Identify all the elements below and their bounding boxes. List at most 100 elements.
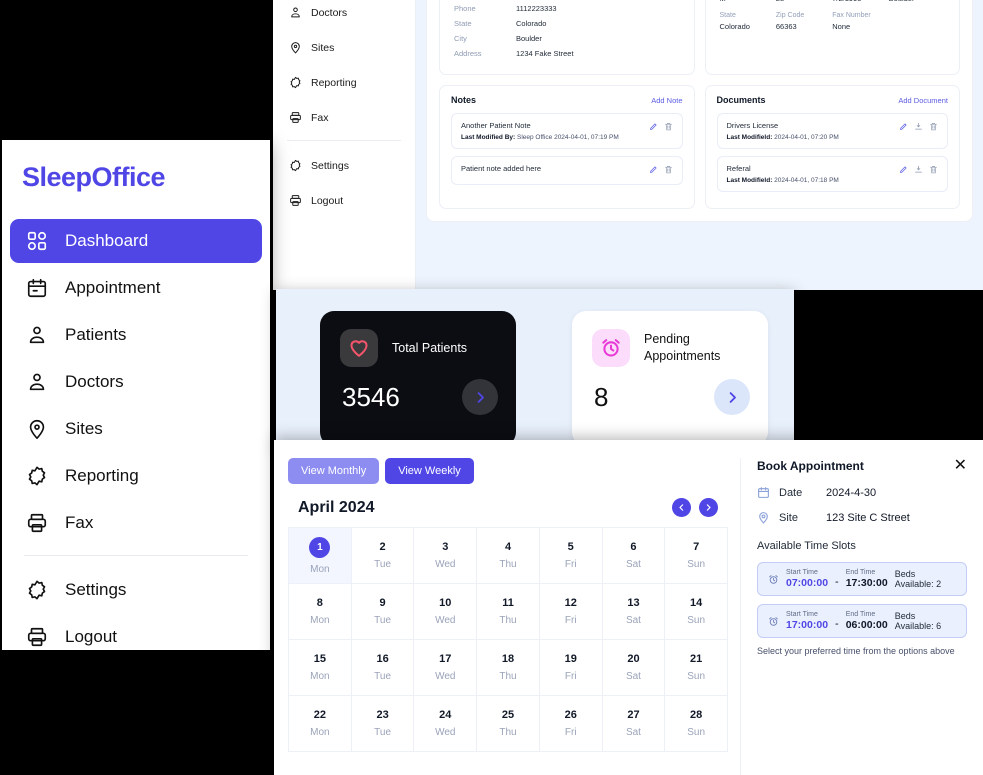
chevron-right-icon[interactable] bbox=[462, 379, 498, 415]
overview-field: CityBoulder bbox=[889, 0, 945, 3]
calendar-day-cell[interactable]: 18 Thu bbox=[477, 640, 540, 695]
sidebar-item-settings[interactable]: Settings bbox=[281, 153, 407, 178]
calendar-day-cell[interactable]: 3 Wed bbox=[414, 528, 478, 583]
sidebar-item-label: Patients bbox=[65, 325, 127, 344]
calendar-day-cell[interactable]: 9 Tue bbox=[352, 584, 415, 639]
list-item[interactable]: Patient note added here bbox=[451, 156, 683, 185]
day-number: 28 bbox=[690, 709, 703, 721]
calendar-day-cell[interactable]: 5 Fri bbox=[540, 528, 603, 583]
calendar-day-cell[interactable]: 4 Thu bbox=[477, 528, 540, 583]
calendar-day-cell[interactable]: 20 Sat bbox=[603, 640, 666, 695]
sidebar-item-doctors[interactable]: Doctors bbox=[281, 0, 407, 25]
calendar-day-cell[interactable]: 19 Fri bbox=[540, 640, 603, 695]
patient-lists-row: Notes Add Note Another Patient Note Last … bbox=[427, 85, 972, 221]
sidebar-item-sites[interactable]: Sites bbox=[281, 35, 407, 60]
calendar-day-cell[interactable]: 21 Sun bbox=[665, 640, 727, 695]
day-number: 3 bbox=[442, 541, 449, 553]
time-slot[interactable]: Start Time 17:00:00- End Time 06:00:00 Beds … bbox=[757, 604, 967, 638]
calendar-day-cell[interactable]: 16 Tue bbox=[352, 640, 415, 695]
calendar-day-cell[interactable]: 8 Mon bbox=[289, 584, 352, 639]
chevron-right-icon[interactable] bbox=[699, 498, 718, 517]
day-weekday: Sat bbox=[625, 727, 641, 738]
sidebar-item-appointment[interactable]: Appointment bbox=[10, 266, 262, 310]
calendar-day-cell[interactable]: 27 Sat bbox=[603, 696, 666, 751]
calendar-day-cell[interactable]: 6 Sat bbox=[603, 528, 666, 583]
calendar-day-cell[interactable]: 14 Sun bbox=[665, 584, 727, 639]
list-item-actions[interactable] bbox=[649, 121, 673, 131]
chevron-left-icon[interactable] bbox=[672, 498, 691, 517]
calendar-window: View Monthly View Weekly April 2024 1 Mo… bbox=[274, 440, 983, 775]
calendar-day-cell[interactable]: 1 Mon bbox=[289, 528, 352, 583]
list-item[interactable]: Referal Last Modifield: 2024-04-01, 07:18… bbox=[716, 156, 948, 192]
list-item-meta: Last Modifield: 2024-04-01, 07:20 PM bbox=[726, 134, 839, 141]
download-icon bbox=[915, 122, 922, 130]
sidebar-item-settings[interactable]: Settings bbox=[10, 568, 262, 612]
calendar-day-cell[interactable]: 26 Fri bbox=[540, 696, 603, 751]
calendar-day-cell[interactable]: 15 Mon bbox=[289, 640, 352, 695]
book-appointment-panel: Book Appointment ✕ Date 2024-4-30 Site 1… bbox=[740, 458, 973, 775]
field-value: 28 bbox=[776, 0, 832, 3]
list-item-meta: Last Modifield: 2024-04-01, 07:18 PM bbox=[726, 177, 839, 184]
day-weekday: Sat bbox=[625, 615, 641, 626]
add-document-button[interactable]: Add Document bbox=[898, 96, 948, 105]
day-number: 5 bbox=[567, 541, 574, 553]
sidebar-item-sites[interactable]: Sites bbox=[10, 407, 262, 451]
list-item-title: Another Patient Note bbox=[461, 121, 531, 130]
list-item[interactable]: Another Patient Note Last Modified By: Sl… bbox=[451, 113, 683, 149]
sidebar-item-fax[interactable]: Fax bbox=[10, 501, 262, 545]
sidebar-item-dashboard[interactable]: Dashboard bbox=[10, 219, 262, 263]
appointment-site-row: Site 123 Site C Street bbox=[757, 511, 967, 524]
alarm-clock-icon bbox=[769, 616, 778, 626]
stat-card-pending[interactable]: Pending Appointments 8 bbox=[572, 311, 768, 445]
pencil-icon bbox=[900, 123, 907, 130]
sidebar-item-logout[interactable]: Logout bbox=[281, 188, 407, 213]
calendar-day-cell[interactable]: 28 Sun bbox=[665, 696, 727, 751]
stat-card-total[interactable]: Total Patients 3546 bbox=[320, 311, 516, 445]
chevron-right-icon[interactable] bbox=[714, 379, 750, 415]
list-item-actions[interactable] bbox=[649, 164, 673, 174]
calendar-day-cell[interactable]: 24 Wed bbox=[414, 696, 478, 751]
sidebar-item-logout[interactable]: Logout bbox=[10, 615, 262, 650]
printer-icon bbox=[27, 627, 47, 647]
calendar-day-cell[interactable]: 10 Wed bbox=[414, 584, 478, 639]
sidebar-item-label: Settings bbox=[311, 159, 349, 172]
calendar-card: April 2024 1 Mon 2 Tue 3 Wed 4 Thu 5 Fri 6 Sat 7 Sun 8… bbox=[288, 492, 728, 752]
calendar-day-cell[interactable]: 13 Sat bbox=[603, 584, 666, 639]
calendar-day-cell[interactable]: 23 Tue bbox=[352, 696, 415, 751]
screen: Appointment Patients Doctors Sites Reporting… bbox=[0, 0, 983, 775]
list-item-actions[interactable] bbox=[899, 121, 938, 131]
appointment-date-value: 2024-4-30 bbox=[826, 486, 877, 499]
calendar-day-cell[interactable]: 11 Thu bbox=[477, 584, 540, 639]
tab-monthly[interactable]: View Monthly bbox=[288, 458, 380, 484]
tab-weekly[interactable]: View Weekly bbox=[385, 458, 474, 484]
sidebar-item-patients[interactable]: Patients bbox=[10, 313, 262, 357]
gear-icon bbox=[28, 466, 46, 486]
time-slot[interactable]: Start Time 07:00:00- End Time 17:30:00 Beds … bbox=[757, 562, 967, 596]
heart-icon bbox=[340, 329, 378, 367]
day-weekday: Sun bbox=[687, 615, 706, 626]
close-icon[interactable]: ✕ bbox=[954, 458, 967, 474]
calendar-day-cell[interactable]: 22 Mon bbox=[289, 696, 352, 751]
sidebar-item-label: Doctors bbox=[65, 372, 124, 391]
overview-field: State Colorado bbox=[720, 12, 776, 31]
sidebar-item-fax[interactable]: Fax bbox=[281, 105, 407, 130]
appointment-date-label: Date bbox=[779, 486, 803, 499]
list-item-actions[interactable] bbox=[899, 164, 938, 174]
slot-start-label: Start Time bbox=[786, 611, 818, 618]
day-number: 10 bbox=[439, 597, 452, 609]
calendar-day-cell[interactable]: 12 Fri bbox=[540, 584, 603, 639]
sidebar-item-doctors[interactable]: Doctors bbox=[10, 360, 262, 404]
sidebar-item-reporting[interactable]: Reporting bbox=[10, 454, 262, 498]
sidebar-item-reporting[interactable]: Reporting bbox=[281, 70, 407, 95]
printer-icon bbox=[27, 513, 47, 533]
calendar-day-cell[interactable]: 2 Tue bbox=[352, 528, 415, 583]
calendar-day-cell[interactable]: 7 Sun bbox=[665, 528, 727, 583]
day-number: 2 bbox=[379, 541, 386, 553]
calendar-section: View Monthly View Weekly April 2024 1 Mo… bbox=[288, 458, 728, 775]
calendar-day-cell[interactable]: 25 Thu bbox=[477, 696, 540, 751]
calendar-day-cell[interactable]: 17 Wed bbox=[414, 640, 478, 695]
slot-separator: - bbox=[835, 618, 839, 630]
add-note-button[interactable]: Add Note bbox=[651, 96, 682, 105]
slot-beds-available: Beds Available: 6 bbox=[894, 611, 942, 631]
list-item[interactable]: Drivers License Last Modifield: 2024-04-0… bbox=[716, 113, 948, 149]
